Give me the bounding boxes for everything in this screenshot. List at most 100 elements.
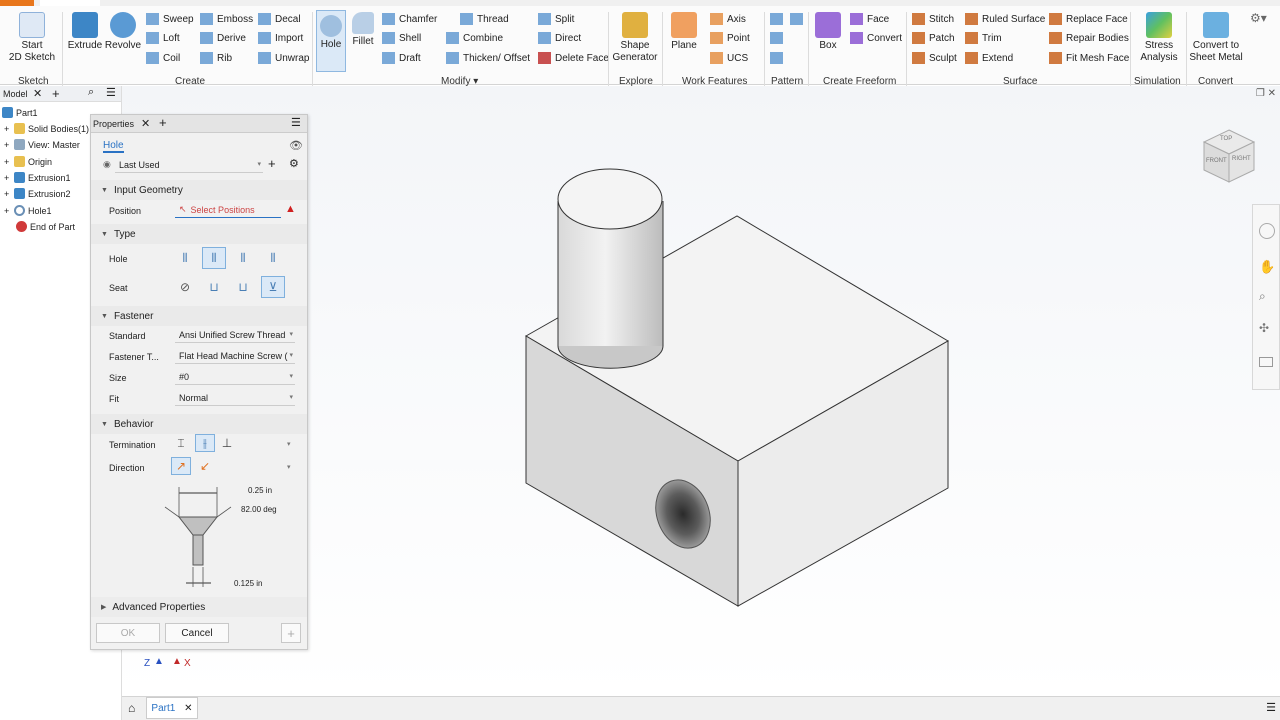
window-controls[interactable]: ❐ ✕ [1256,88,1276,99]
freeform-convert-button[interactable]: Convert [850,32,902,44]
repair-bodies-button[interactable]: Repair Bodies [1049,32,1129,44]
section-behavior[interactable]: ▼ Behavior [91,414,307,434]
rib-button[interactable]: Rib [200,52,232,64]
decal-button[interactable]: Decal [258,13,301,25]
section-input-geometry[interactable]: ▼ Input Geometry [91,180,307,200]
pan-icon[interactable]: ✋ [1259,259,1275,275]
coil-button[interactable]: Coil [146,52,180,64]
size-dropdown[interactable]: #0 ▾ [175,369,295,385]
patch-button[interactable]: Patch [912,32,955,44]
ruled-surface-button[interactable]: Ruled Surface [965,13,1045,25]
steering-wheel-icon[interactable] [1259,223,1275,239]
stress-analysis-button[interactable]: Stress Analysis [1136,12,1182,64]
no-seat-icon[interactable]: ⊘ [173,276,197,298]
thread-button[interactable]: Thread [460,13,509,25]
close-icon[interactable]: ✕ [141,117,150,130]
visibility-eye-icon[interactable]: 👁 [289,139,303,152]
convert-sheet-metal-button[interactable]: Convert to Sheet Metal [1188,12,1244,64]
expand-icon[interactable]: + [4,157,14,167]
loft-button[interactable]: Loft [146,32,180,44]
document-tab-part1[interactable]: Part1 ✕ [146,697,198,719]
expand-icon[interactable]: + [4,189,14,199]
section-fastener[interactable]: ▼ Fastener [91,306,307,326]
delete-face-button[interactable]: Delete Face [538,52,609,64]
spotface-icon[interactable]: ⊔ [231,276,255,298]
fit-dropdown[interactable]: Normal ▾ [175,390,295,406]
termination-to-icon[interactable]: ⊥ [217,434,237,452]
close-icon[interactable]: ✕ [184,703,192,714]
trim-button[interactable]: Trim [965,32,1002,44]
box-button[interactable]: Box [812,12,844,52]
fillet-button[interactable]: Fillet [348,12,378,48]
browser-tab-model[interactable]: Model [3,89,28,99]
tree-item-origin[interactable]: + Origin [4,156,52,167]
counterbore-icon[interactable]: ⊔ [202,276,226,298]
mirror-button[interactable] [790,13,807,25]
sweep-button[interactable]: Sweep [146,13,194,25]
point-button[interactable]: Point [710,32,750,44]
add-icon[interactable]: + [159,115,167,130]
help-gear-icon[interactable]: ⚙▾ [1250,11,1267,25]
start-2d-sketch-button[interactable]: Start 2D Sketch [6,12,58,64]
derive-button[interactable]: Derive [200,32,246,44]
add-preset-icon[interactable]: + [268,156,276,171]
menu-icon[interactable]: ☰ [291,116,301,129]
chevron-down-icon[interactable]: ▾ [287,463,291,471]
menu-icon[interactable]: ☰ [106,86,116,99]
boss-cylinder[interactable] [557,168,664,369]
termination-distance-icon[interactable]: ⌶ [171,434,191,452]
tree-item-extrusion1[interactable]: + Extrusion1 [4,172,71,183]
fastener-type-dropdown[interactable]: Flat Head Machine Screw (▾ [175,348,295,364]
direct-button[interactable]: Direct [538,32,581,44]
close-icon[interactable]: ✕ [33,87,42,100]
axis-button[interactable]: Axis [710,13,746,25]
combine-button[interactable]: Combine [446,32,503,44]
gear-icon[interactable]: ⚙ [289,157,299,170]
chevron-down-icon[interactable]: ▾ [287,440,291,448]
tapped-hole-icon[interactable]: ⫴ [231,247,255,269]
cylinder-top-face[interactable] [557,168,663,230]
import-button[interactable]: Import [258,32,303,44]
sketch-pattern-button[interactable] [770,52,787,64]
taper-tapped-hole-icon[interactable]: ⫴ [261,247,285,269]
draft-button[interactable]: Draft [382,52,421,64]
preset-dropdown[interactable]: Last Used ▾ [115,157,263,173]
search-icon[interactable]: ⌕ [88,86,94,99]
freeform-face-button[interactable]: Face [850,13,889,25]
tree-item-view-master[interactable]: + View: Master [4,139,80,150]
view-cube[interactable]: TOP FRONT RIGHT [1198,126,1260,188]
expand-icon[interactable]: + [4,140,14,150]
look-at-icon[interactable] [1259,357,1273,367]
revolve-button[interactable]: Revolve [104,12,142,52]
tree-item-solid-bodies[interactable]: + Solid Bodies(1) [4,123,89,134]
tree-item-hole1[interactable]: + Hole1 [4,205,52,216]
replace-face-button[interactable]: Replace Face [1049,13,1128,25]
direction-default-icon[interactable]: ↗ [171,457,191,475]
menu-icon[interactable]: ☰ [1266,701,1276,714]
extend-button[interactable]: Extend [965,52,1013,64]
select-positions-field[interactable]: ↖ Select Positions [175,202,281,218]
section-advanced-properties[interactable]: ▶ Advanced Properties [91,597,307,617]
zoom-icon[interactable]: ⌕ [1259,289,1266,304]
thicken-offset-button[interactable]: Thicken/ Offset [446,52,530,64]
ok-button[interactable]: OK [96,623,160,643]
orbit-icon[interactable]: ✣ [1259,321,1269,335]
add-tab-icon[interactable]: + [52,86,60,101]
tree-item-end-of-part[interactable]: End of Part [16,221,75,232]
tree-item-part1[interactable]: Part1 [2,107,38,118]
expand-icon[interactable]: + [4,206,14,216]
sculpt-button[interactable]: Sculpt [912,52,957,64]
section-type[interactable]: ▼ Type [91,224,307,244]
clearance-hole-icon[interactable]: ⫴ [202,247,226,269]
termination-through-all-icon[interactable]: ⫲ [195,434,215,452]
plane-button[interactable]: Plane [666,12,702,52]
shape-generator-button[interactable]: Shape Generator [612,12,658,64]
extrude-button[interactable]: Extrude [66,12,104,52]
emboss-button[interactable]: Emboss [200,13,253,25]
fit-mesh-face-button[interactable]: Fit Mesh Face [1049,52,1129,64]
rect-pattern-button[interactable] [770,13,787,25]
stitch-button[interactable]: Stitch [912,13,954,25]
tree-item-extrusion2[interactable]: + Extrusion2 [4,188,71,199]
split-button[interactable]: Split [538,13,574,25]
simple-hole-icon[interactable]: ⫴ [173,247,197,269]
